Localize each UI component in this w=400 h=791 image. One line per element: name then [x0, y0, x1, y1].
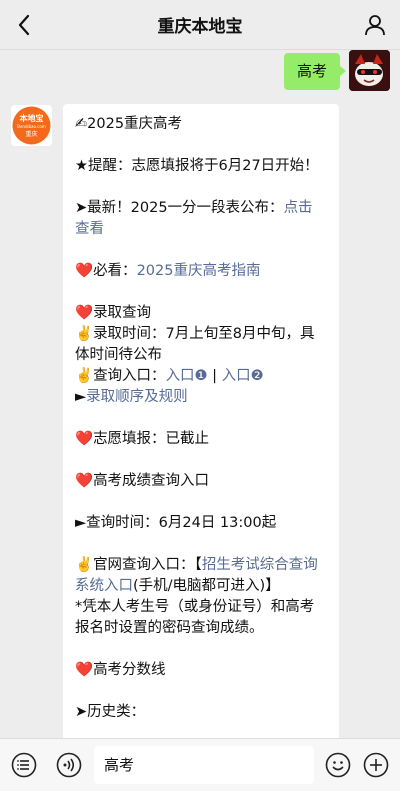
official-suffix: (手机/电脑都可进入)】: [133, 578, 280, 594]
voice-button[interactable]: [55, 751, 83, 779]
official-prefix: 官网查询入口：【: [93, 557, 202, 573]
entry-1-link[interactable]: 入口❶: [166, 368, 208, 384]
message-input[interactable]: 高考: [94, 746, 314, 784]
heart-icon: ❤️: [75, 662, 94, 678]
top-navbar: 重庆本地宝: [0, 0, 400, 50]
user-avatar-image: [349, 50, 390, 91]
message-title: 2025重庆高考: [87, 116, 183, 132]
victory-hand-icon: ✌️: [75, 368, 94, 384]
outgoing-bubble[interactable]: 高考: [283, 53, 347, 90]
heart-icon: ❤️: [75, 263, 94, 279]
svg-text:本地宝: 本地宝: [19, 113, 44, 123]
must-read-line: ❤️必看：2025重庆高考指南: [75, 261, 327, 282]
cutoff-title-line: ❤️高考分数线: [75, 660, 327, 681]
menu-button[interactable]: [10, 751, 38, 779]
heart-icon: ❤️: [75, 431, 94, 447]
profile-button[interactable]: [362, 12, 388, 38]
plus-button[interactable]: [362, 751, 390, 779]
guide-link[interactable]: 2025重庆高考指南: [137, 263, 261, 279]
volunteer-text: 志愿填报：已截止: [93, 431, 210, 447]
svg-text:Bendibao.com: Bendibao.com: [17, 124, 46, 129]
message-title-line: ✍2025重庆高考: [75, 114, 327, 135]
victory-hand-icon: ✌️: [75, 557, 94, 573]
score-title-line: ❤️高考成绩查询入口: [75, 471, 327, 492]
menu-list-icon: [11, 752, 37, 778]
note-text: *凭本人考生号（或身份证号）和高考报名时设置的密码查询成绩。: [75, 599, 315, 636]
reminder-text: ★提醒：志愿填报将于6月27日开始！: [75, 158, 319, 174]
order-prefix: ►: [75, 389, 87, 405]
bendibao-logo: 本地宝 Bendibao.com 重庆: [12, 106, 51, 145]
heart-icon: ❤️: [75, 305, 94, 321]
writing-hand-emoji: ✍: [75, 116, 88, 132]
heart-icon: ❤️: [75, 473, 94, 489]
admission-title: 录取查询: [93, 305, 152, 321]
svg-text:重庆: 重庆: [25, 130, 37, 138]
official-account-avatar[interactable]: 本地宝 Bendibao.com 重庆: [11, 105, 52, 146]
order-rules-link[interactable]: 录取顺序及规则: [86, 389, 188, 405]
emoji-icon: [325, 752, 351, 778]
admission-entry-prefix: 查询入口：: [93, 368, 166, 384]
order-line: ►录取顺序及规则: [75, 387, 327, 408]
voice-icon: [56, 752, 82, 778]
query-time-text: ►查询时间：6月24日 13:00起: [75, 515, 277, 531]
volunteer-line: ❤️志愿填报：已截止: [75, 429, 327, 450]
emoji-button[interactable]: [324, 751, 352, 779]
plus-icon: [363, 752, 389, 778]
cutoff-title: 高考分数线: [93, 662, 166, 678]
admission-title-line: ❤️录取查询: [75, 303, 327, 324]
admission-time: 录取时间：7月上旬至8月中旬，具体时间待公布: [75, 326, 315, 363]
my-avatar[interactable]: [349, 50, 390, 91]
latest-line: ➤最新！2025一分一段表公布：点击查看: [75, 198, 327, 240]
chat-area[interactable]: 高考 本地宝 Bendibao.com 重庆 ✍2025重庆高考 ★提醒：志愿填…: [0, 50, 400, 738]
history-line: ➤历史类：: [75, 704, 146, 720]
entry-separator: |: [207, 368, 222, 384]
incoming-message-bubble: ✍2025重庆高考 ★提醒：志愿填报将于6月27日开始！ ➤最新！2025一分一…: [63, 104, 339, 738]
outgoing-message-row: 高考: [0, 50, 400, 110]
input-bar: 高考: [0, 738, 400, 791]
victory-hand-icon: ✌️: [75, 326, 94, 342]
must-prefix: 必看：: [93, 263, 137, 279]
entry-2-link[interactable]: 入口❷: [222, 368, 264, 384]
chevron-left-icon: [18, 14, 30, 36]
back-button[interactable]: [8, 9, 40, 41]
person-icon: [365, 15, 385, 36]
latest-prefix: ➤最新！2025一分一段表公布：: [75, 200, 284, 216]
admission-entry-line: ✌️查询入口：入口❶ | 入口❷: [75, 366, 327, 387]
official-entry-line: ✌️官网查询入口：【招生考试综合查询系统入口(手机/电脑都可进入)】: [75, 555, 327, 597]
admission-time-line: ✌️录取时间：7月上旬至8月中旬，具体时间待公布: [75, 324, 327, 366]
score-title: 高考成绩查询入口: [93, 473, 210, 489]
chat-title: 重庆本地宝: [157, 17, 243, 37]
